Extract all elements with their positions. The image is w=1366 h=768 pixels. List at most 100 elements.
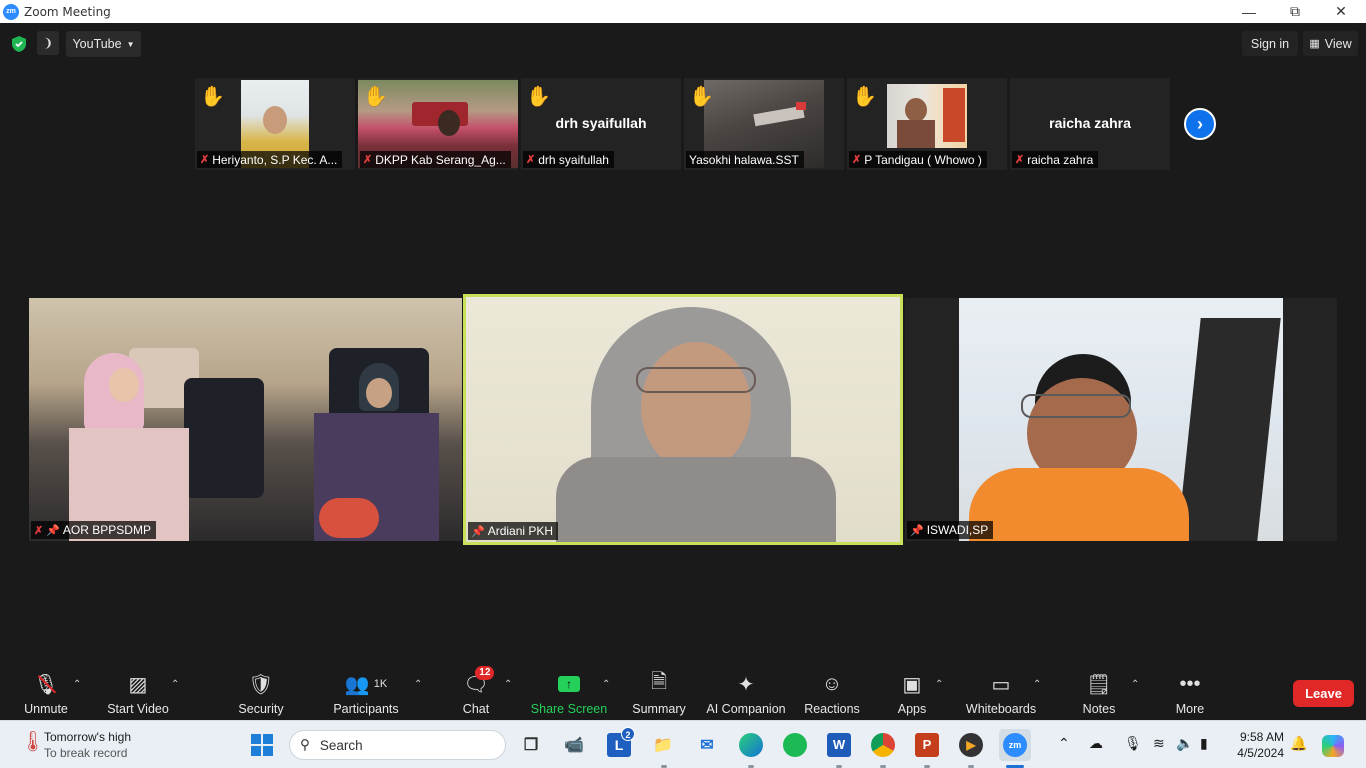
encryption-shield-icon[interactable] [11, 35, 27, 53]
participant-nametag: Yasokhi halawa.SST [686, 151, 804, 168]
reactions-button[interactable]: ☺ Reactions [803, 666, 861, 718]
search-placeholder: Search [319, 737, 363, 753]
video-options-chevron-icon[interactable]: ⌃ [171, 679, 179, 690]
participant-name: Ardiani PKH [487, 524, 554, 538]
clock-time: 9:58 AM [1239, 730, 1284, 744]
lens-app-icon[interactable]: L 2 [603, 727, 635, 761]
whiteboard-icon: ▭ [991, 673, 1011, 696]
restore-button[interactable]: ⧉ [1272, 0, 1318, 23]
volume-icon[interactable]: 🔈 [1176, 735, 1193, 752]
minimize-button[interactable]: — [1226, 0, 1272, 23]
edge-browser-icon[interactable] [735, 729, 767, 761]
sign-in-button[interactable]: Sign in [1242, 31, 1298, 56]
active-speaker-tile[interactable]: 📌 Ardiani PKH [463, 294, 903, 545]
participants-count: 1K [373, 678, 388, 690]
whiteboards-options-chevron-icon[interactable]: ⌃ [1033, 679, 1041, 690]
participant-nametag: 📌 Ardiani PKH [468, 522, 559, 540]
participant-tile[interactable]: ✋ ✗ P Tandigau ( Whowo ) [847, 78, 1007, 170]
participants-button[interactable]: 👥 1K Participants [332, 666, 400, 718]
chrome-icon[interactable] [867, 729, 899, 761]
next-page-button[interactable]: › [1184, 108, 1216, 140]
view-button[interactable]: ▦ View [1303, 31, 1358, 56]
participant-tile[interactable]: ✋ ✗ DKPP Kab Serang_Ag... [358, 78, 518, 170]
participant-tile[interactable]: ✋ ✗ Heriyanto, S.P Kec. A... [195, 78, 355, 170]
security-button[interactable]: 🛡 Security [236, 666, 286, 718]
participant-name: drh syaifullah [538, 152, 609, 167]
mail-icon[interactable]: ✉ [691, 729, 723, 761]
participant-name: AOR BPPSDMP [62, 523, 151, 537]
spotify-icon[interactable] [779, 729, 811, 761]
show-hidden-icons-chevron-icon[interactable]: ⌃ [1058, 735, 1070, 752]
video-tile[interactable]: ✗ 📌 AOR BPPSDMP [29, 298, 462, 541]
participants-options-chevron-icon[interactable]: ⌃ [414, 679, 422, 690]
apps-icon: ▣ [902, 673, 922, 696]
microphone-icon[interactable]: 🎙 [1124, 735, 1142, 752]
sparkle-icon: ✦ [737, 673, 755, 696]
ai-companion-button[interactable]: ✦ AI Companion [705, 666, 787, 718]
more-button[interactable]: ••• More [1170, 666, 1210, 718]
whiteboards-button[interactable]: ▭ Whiteboards [964, 666, 1038, 718]
participant-name: raicha zahra [1027, 152, 1094, 167]
notes-icon: 🗒 [1086, 673, 1112, 696]
task-view-icon[interactable]: ❐ [515, 729, 547, 761]
media-player-icon[interactable]: ▶ [955, 729, 987, 761]
participant-name: Heriyanto, S.P Kec. A... [212, 152, 338, 167]
youtube-stream-dropdown[interactable]: YouTube ▼ [66, 31, 141, 57]
os-taskbar: 🌡 Tomorrow's high To break record ⚲ Sear… [0, 720, 1366, 768]
notes-button[interactable]: 🗒 Notes [1080, 666, 1118, 718]
participant-tile[interactable]: raicha zahra ✗ raicha zahra [1010, 78, 1170, 170]
close-button[interactable]: ✕ [1318, 0, 1364, 23]
windows-start-icon[interactable] [246, 729, 278, 761]
more-dots-icon: ••• [1179, 672, 1201, 695]
muted-mic-icon: ✗ [526, 154, 536, 166]
participant-nametag: ✗ P Tandigau ( Whowo ) [849, 151, 987, 168]
audio-options-chevron-icon[interactable]: ⌃ [73, 679, 81, 690]
share-options-chevron-icon[interactable]: ⌃ [602, 679, 610, 690]
meet-app-icon[interactable]: 📹 [558, 729, 590, 761]
participant-nametag: ✗ DKPP Kab Serang_Ag... [360, 151, 511, 168]
battery-icon[interactable]: ▮ [1200, 735, 1208, 752]
participant-display-name: drh syaifullah [555, 115, 647, 131]
taskbar-clock[interactable]: 9:58 AM 4/5/2024 [1226, 729, 1284, 761]
unmute-button[interactable]: 🎙 Unmute [20, 666, 72, 718]
participant-tile[interactable]: ✋ drh syaifullah ✗ drh syaifullah [521, 78, 681, 170]
unmute-label: Unmute [24, 702, 68, 716]
weather-widget[interactable]: 🌡 Tomorrow's high To break record [20, 729, 131, 761]
meeting-topbar [0, 23, 1366, 65]
video-tile[interactable]: 📌 ISWADI,SP [905, 298, 1337, 541]
live-stream-icon[interactable]: ❩ [37, 31, 59, 55]
share-screen-button[interactable]: ↑ Share Screen [530, 666, 608, 718]
zoom-taskbar-icon[interactable]: zm [999, 729, 1031, 761]
start-video-label: Start Video [107, 702, 169, 716]
participant-tile[interactable]: ✋ Yasokhi halawa.SST [684, 78, 844, 170]
taskbar-search-input[interactable]: ⚲ Search [289, 730, 506, 760]
leave-button[interactable]: Leave [1293, 680, 1354, 707]
chevron-down-icon: ▼ [126, 39, 135, 49]
onedrive-cloud-icon[interactable]: ☁ [1089, 735, 1103, 752]
summary-button[interactable]: 🗎 Summary [630, 666, 688, 718]
start-video-button[interactable]: ▨ Start Video [106, 666, 170, 718]
wifi-icon[interactable]: ≋ [1153, 735, 1165, 752]
muted-mic-icon: ✗ [200, 154, 210, 166]
youtube-label: YouTube [72, 37, 122, 51]
word-icon[interactable]: W [823, 729, 855, 761]
grid-view-icon: ▦ [1309, 38, 1320, 50]
copilot-icon[interactable] [1322, 735, 1344, 760]
powerpoint-icon[interactable]: P [911, 729, 943, 761]
window-title: Zoom Meeting [24, 4, 111, 19]
apps-button[interactable]: ▣ Apps [895, 666, 929, 718]
muted-mic-icon: ✗ [852, 154, 862, 166]
file-explorer-icon[interactable]: 📁 [647, 729, 679, 761]
notes-options-chevron-icon[interactable]: ⌃ [1131, 679, 1139, 690]
apps-options-chevron-icon[interactable]: ⌃ [935, 679, 943, 690]
participant-name: P Tandigau ( Whowo ) [864, 152, 982, 167]
chat-options-chevron-icon[interactable]: ⌃ [504, 679, 512, 690]
share-screen-label: Share Screen [530, 702, 608, 716]
chat-button[interactable]: 🗨 12 Chat [458, 666, 495, 718]
share-screen-icon: ↑ [558, 670, 580, 698]
notification-bell-icon[interactable]: 🔔 [1290, 735, 1307, 752]
weather-subtitle: To break record [44, 746, 128, 760]
pin-icon: 📌 [46, 524, 60, 537]
chat-bubble-icon: 🗨 12 [463, 666, 495, 698]
more-label: More [1175, 702, 1205, 716]
